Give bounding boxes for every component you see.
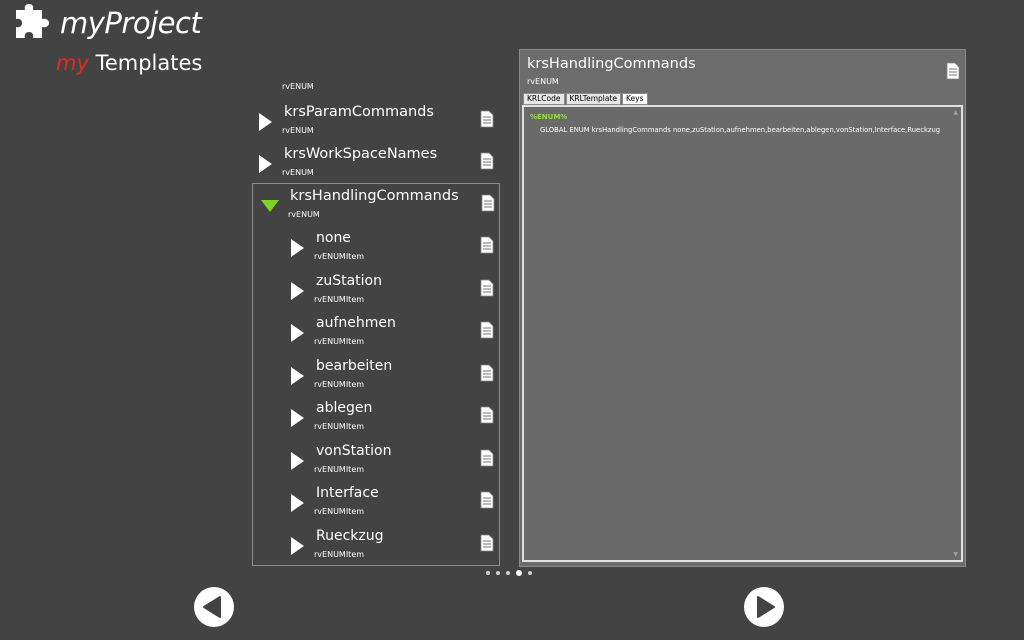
tab-krltemplate[interactable]: KRLTemplate: [565, 93, 622, 105]
item-label: aufnehmen: [316, 315, 396, 331]
puzzle-logo-icon: [16, 4, 49, 38]
enum-item[interactable]: vonStation rvENUMItem: [253, 441, 501, 483]
enum-marker: %ENUM%: [530, 113, 568, 121]
enum-item[interactable]: Interface rvENUMItem: [253, 483, 501, 525]
node-label: krsParamCommands: [284, 104, 434, 120]
expand-arrow-icon[interactable]: [291, 367, 304, 385]
page-dot[interactable]: [506, 571, 510, 575]
enum-item[interactable]: none rvENUMItem: [253, 228, 501, 270]
next-button[interactable]: [744, 587, 784, 627]
subtitle-templates: Templates: [88, 51, 203, 75]
detail-type: rvENUM: [527, 77, 559, 86]
page-dot[interactable]: [486, 571, 490, 575]
item-type: rvENUMItem: [314, 295, 365, 304]
collapse-arrow-icon[interactable]: [261, 200, 279, 212]
page-indicator: [486, 570, 532, 576]
previous-button[interactable]: [194, 587, 234, 627]
expand-arrow-icon[interactable]: [291, 452, 304, 470]
item-label: ablegen: [316, 400, 373, 416]
document-icon[interactable]: [480, 152, 494, 170]
item-label: zuStation: [316, 273, 382, 289]
document-icon[interactable]: [480, 279, 494, 297]
node-label: krsHandlingCommands: [290, 188, 459, 204]
document-icon[interactable]: [480, 110, 494, 128]
expand-arrow-icon[interactable]: [291, 282, 304, 300]
item-type: rvENUMItem: [314, 252, 365, 261]
code-line: GLOBAL ENUM krsHandlingCommands none,zuS…: [540, 126, 941, 134]
tree-node-expanded[interactable]: krsHandlingCommands rvENUM: [253, 186, 501, 228]
expand-arrow-icon[interactable]: [259, 113, 272, 131]
enum-item[interactable]: zuStation rvENUMItem: [253, 271, 501, 313]
subtitle-my: my: [56, 51, 89, 75]
item-type: rvENUMItem: [314, 422, 365, 431]
page-dot[interactable]: [496, 571, 500, 575]
document-icon[interactable]: [480, 534, 494, 552]
expand-arrow-icon[interactable]: [291, 239, 304, 257]
expand-arrow-icon[interactable]: [291, 494, 304, 512]
app-subtitle: my Templates: [56, 51, 202, 75]
enum-item[interactable]: bearbeiten rvENUMItem: [253, 356, 501, 398]
tab-keys[interactable]: Keys: [622, 93, 648, 105]
document-icon[interactable]: [946, 62, 960, 80]
document-icon[interactable]: [480, 321, 494, 339]
tab-krlcode[interactable]: KRLCode: [523, 93, 565, 105]
item-label: Rueckzug: [316, 528, 384, 544]
item-label: none: [316, 230, 351, 246]
enum-item[interactable]: ablegen rvENUMItem: [253, 398, 501, 440]
item-type: rvENUMItem: [314, 550, 365, 559]
document-icon[interactable]: [480, 364, 494, 382]
enum-item[interactable]: aufnehmen rvENUMItem: [253, 313, 501, 355]
expand-arrow-icon[interactable]: [291, 324, 304, 342]
scroll-up-icon[interactable]: ▲: [953, 109, 958, 116]
item-label: vonStation: [316, 443, 392, 459]
expanded-node-group: krsHandlingCommands rvENUM none rvENUMIt…: [252, 183, 500, 566]
detail-tabs: KRLCode KRLTemplate Keys: [523, 93, 648, 105]
detail-title: krsHandlingCommands: [527, 56, 696, 72]
node-type: rvENUM: [282, 126, 314, 135]
expand-arrow-icon[interactable]: [291, 537, 304, 555]
document-icon[interactable]: [481, 194, 495, 212]
item-label: Interface: [316, 485, 379, 501]
document-icon[interactable]: [480, 236, 494, 254]
item-type: rvENUMItem: [314, 507, 365, 516]
detail-panel: krsHandlingCommands rvENUM KRLCode KRLTe…: [519, 49, 966, 567]
enum-item[interactable]: Rueckzug rvENUMItem: [253, 526, 501, 568]
node-type: rvENUM: [288, 210, 320, 219]
expand-arrow-icon[interactable]: [291, 409, 304, 427]
document-icon[interactable]: [480, 449, 494, 467]
arrow-left-icon: [203, 596, 221, 618]
arrow-right-icon: [757, 596, 775, 618]
node-label: krsWorkSpaceNames: [284, 146, 438, 162]
item-type: rvENUMItem: [314, 380, 365, 389]
item-label: bearbeiten: [316, 358, 393, 374]
code-editor[interactable]: %ENUM% GLOBAL ENUM krsHandlingCommands n…: [522, 105, 963, 562]
item-type: rvENUMItem: [314, 337, 365, 346]
item-type: rvENUMItem: [314, 465, 365, 474]
node-type: rvENUM: [282, 168, 314, 177]
document-icon[interactable]: [480, 406, 494, 424]
scroll-down-icon[interactable]: ▼: [953, 551, 958, 558]
tree-node[interactable]: krsParamCommands rvENUM: [252, 102, 500, 144]
document-icon[interactable]: [480, 491, 494, 509]
tree-node[interactable]: krsWorkSpaceNames rvENUM: [252, 144, 500, 186]
app-title: myProject: [60, 6, 202, 40]
page-dot-active[interactable]: [516, 570, 522, 576]
page-dot[interactable]: [528, 571, 532, 575]
expand-arrow-icon[interactable]: [259, 155, 272, 173]
